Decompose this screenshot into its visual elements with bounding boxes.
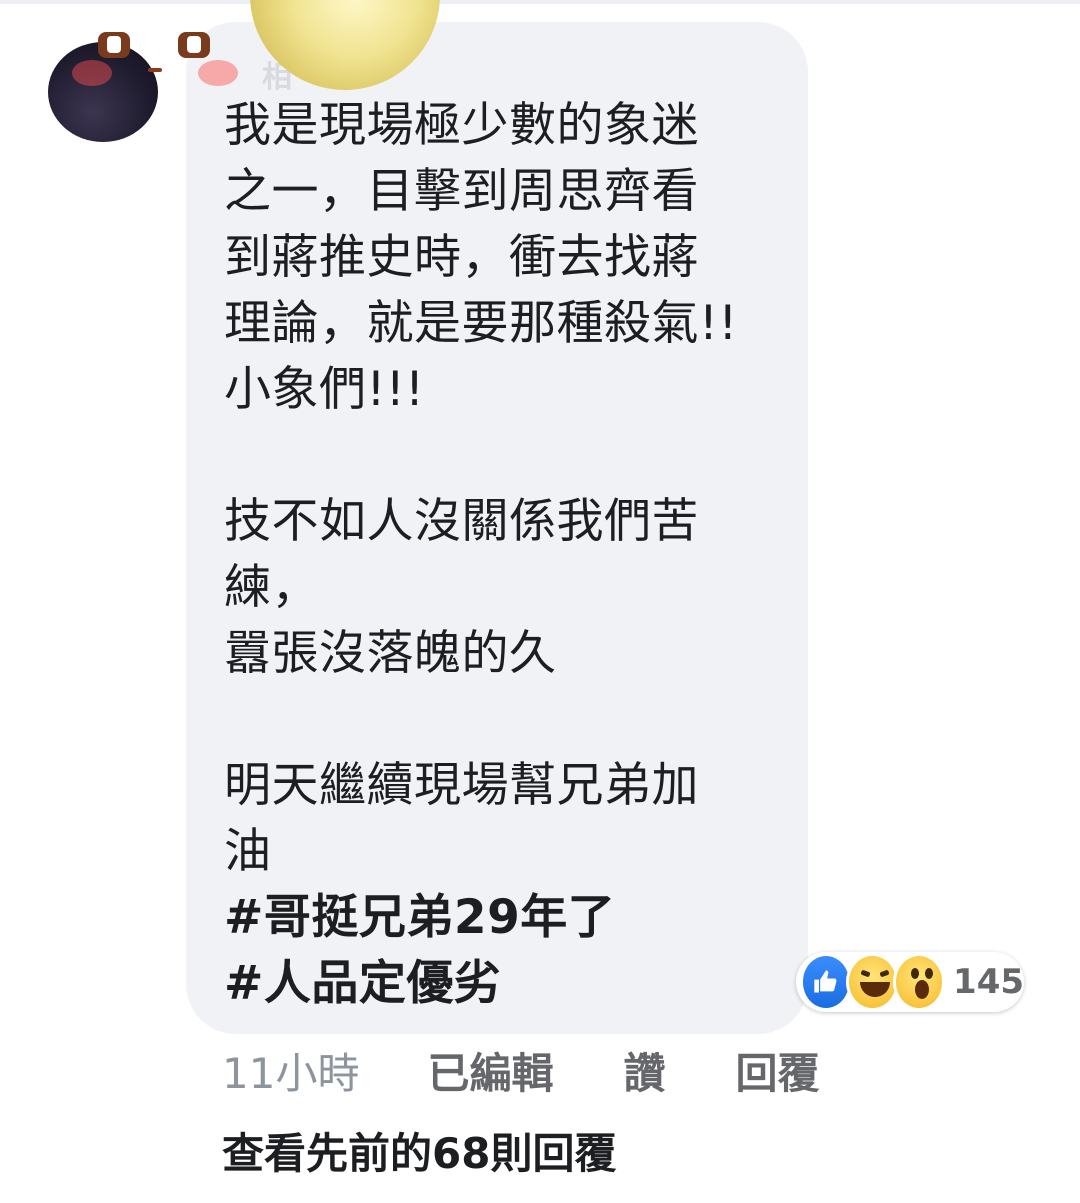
wow-icon bbox=[892, 953, 946, 1011]
comment-line: 技不如人沒關係我們苦 bbox=[224, 494, 699, 549]
comment-actions: 11小時 已編輯 讚 回覆 bbox=[222, 1040, 820, 1100]
comment-line: 我是現場極少數的象迷 bbox=[224, 98, 699, 153]
comment-line: 油 bbox=[224, 824, 272, 879]
hashtag-link[interactable]: #哥挺兄弟29年了 bbox=[224, 885, 784, 951]
comment-line: 理論，就是要那種殺氣!! bbox=[224, 296, 738, 351]
comment-line: 到蔣推史時，衝去找蔣 bbox=[224, 230, 699, 285]
comment-line: 小象們!!! bbox=[224, 362, 425, 417]
view-previous-replies-link[interactable]: 查看先前的68則回覆 bbox=[222, 1120, 616, 1181]
comment-body: 我是現場極少數的象迷 之一，目擊到周思齊看 到蔣推史時，衝去找蔣 理論，就是要那… bbox=[224, 93, 784, 1017]
reaction-count: 145 bbox=[953, 962, 1025, 1002]
reply-button[interactable]: 回覆 bbox=[735, 1040, 819, 1101]
hashtag-link[interactable]: #人品定優劣 bbox=[224, 951, 784, 1017]
comment-line: 明天繼續現場幫兄弟加 bbox=[224, 758, 699, 813]
comment-timestamp[interactable]: 11小時 bbox=[222, 1040, 359, 1101]
reactions-summary[interactable]: 145 bbox=[796, 952, 1024, 1012]
comment-line: 囂張沒落魄的久 bbox=[224, 626, 557, 681]
like-button[interactable]: 讚 bbox=[623, 1040, 665, 1101]
like-icon bbox=[800, 953, 853, 1011]
haha-icon bbox=[846, 953, 899, 1011]
edited-link[interactable]: 已編輯 bbox=[427, 1040, 553, 1101]
comment-line: 之一，目擊到周思齊看 bbox=[224, 164, 699, 219]
comment-line: 練， bbox=[224, 560, 319, 615]
